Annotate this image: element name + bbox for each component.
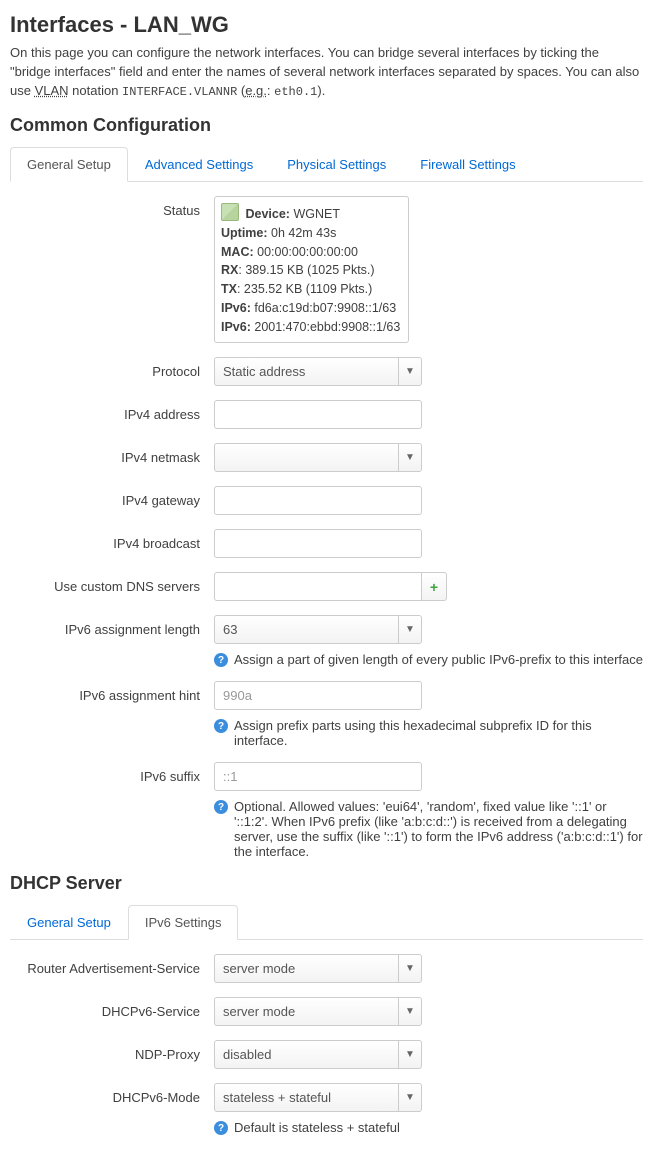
dhcpv6-service-label: DHCPv6-Service	[10, 997, 214, 1019]
chevron-down-icon: ▼	[398, 1084, 421, 1111]
ndp-proxy-select[interactable]: disabled ▼	[214, 1040, 422, 1069]
ra-service-select[interactable]: server mode ▼	[214, 954, 422, 983]
common-config-tabs: General Setup Advanced Settings Physical…	[10, 146, 643, 182]
common-config-heading: Common Configuration	[10, 115, 643, 136]
eg-abbr: e.g.	[245, 83, 267, 98]
ipv6-assign-length-hint: ? Assign a part of given length of every…	[214, 652, 643, 667]
chevron-down-icon: ▼	[398, 955, 421, 982]
page-title: Interfaces - LAN_WG	[10, 12, 643, 38]
ipv4-gateway-label: IPv4 gateway	[10, 486, 214, 508]
tab-advanced-settings[interactable]: Advanced Settings	[128, 147, 270, 182]
ipv6-assign-length-label: IPv6 assignment length	[10, 615, 214, 637]
network-device-icon	[221, 203, 239, 221]
chevron-down-icon: ▼	[398, 1041, 421, 1068]
dhcpv6-mode-select[interactable]: stateless + stateful ▼	[214, 1083, 422, 1112]
info-icon: ?	[214, 719, 228, 733]
ipv6-assign-hint-hint: ? Assign prefix parts using this hexadec…	[214, 718, 643, 748]
ipv4-netmask-label: IPv4 netmask	[10, 443, 214, 465]
tab-dhcp-general[interactable]: General Setup	[10, 905, 128, 940]
ipv4-netmask-select[interactable]: ▼	[214, 443, 422, 472]
dns-label: Use custom DNS servers	[10, 572, 214, 594]
tab-physical-settings[interactable]: Physical Settings	[270, 147, 403, 182]
chevron-down-icon: ▼	[398, 358, 421, 385]
status-box: Device: WGNET Uptime: 0h 42m 43s MAC: 00…	[214, 196, 409, 343]
plus-icon: +	[430, 579, 438, 595]
chevron-down-icon: ▼	[398, 444, 421, 471]
ra-service-label: Router Advertisement-Service	[10, 954, 214, 976]
ipv4-broadcast-input[interactable]	[214, 529, 422, 558]
vlan-abbr: VLAN	[35, 83, 69, 98]
ipv4-address-label: IPv4 address	[10, 400, 214, 422]
ndp-proxy-label: NDP-Proxy	[10, 1040, 214, 1062]
ipv6-suffix-hint: ? Optional. Allowed values: 'eui64', 'ra…	[214, 799, 643, 859]
ipv6-assign-hint-label: IPv6 assignment hint	[10, 681, 214, 703]
ipv4-broadcast-label: IPv4 broadcast	[10, 529, 214, 551]
info-icon: ?	[214, 1121, 228, 1135]
ipv4-address-input[interactable]	[214, 400, 422, 429]
protocol-select[interactable]: Static address ▼	[214, 357, 422, 386]
vlan-notation-example: INTERFACE.VLANNR	[122, 85, 237, 99]
vlan-example: eth0.1	[274, 85, 317, 99]
tab-firewall-settings[interactable]: Firewall Settings	[403, 147, 532, 182]
ipv6-assign-hint-input[interactable]	[214, 681, 422, 710]
add-dns-button[interactable]: +	[422, 572, 447, 601]
info-icon: ?	[214, 653, 228, 667]
dhcpv6-mode-hint: ? Default is stateless + stateful	[214, 1120, 643, 1135]
ipv6-suffix-label: IPv6 suffix	[10, 762, 214, 784]
chevron-down-icon: ▼	[398, 616, 421, 643]
dns-input[interactable]	[214, 572, 422, 601]
dhcpv6-service-select[interactable]: server mode ▼	[214, 997, 422, 1026]
page-description: On this page you can configure the netwo…	[10, 44, 643, 101]
chevron-down-icon: ▼	[398, 998, 421, 1025]
dhcp-server-heading: DHCP Server	[10, 873, 643, 894]
dhcp-tabs: General Setup IPv6 Settings	[10, 904, 643, 940]
ipv6-assign-length-select[interactable]: 63 ▼	[214, 615, 422, 644]
protocol-label: Protocol	[10, 357, 214, 379]
ipv4-gateway-input[interactable]	[214, 486, 422, 515]
info-icon: ?	[214, 800, 228, 814]
tab-general-setup[interactable]: General Setup	[10, 147, 128, 182]
ipv6-suffix-input[interactable]	[214, 762, 422, 791]
dhcpv6-mode-label: DHCPv6-Mode	[10, 1083, 214, 1105]
tab-dhcp-ipv6[interactable]: IPv6 Settings	[128, 905, 239, 940]
status-label: Status	[10, 196, 214, 218]
